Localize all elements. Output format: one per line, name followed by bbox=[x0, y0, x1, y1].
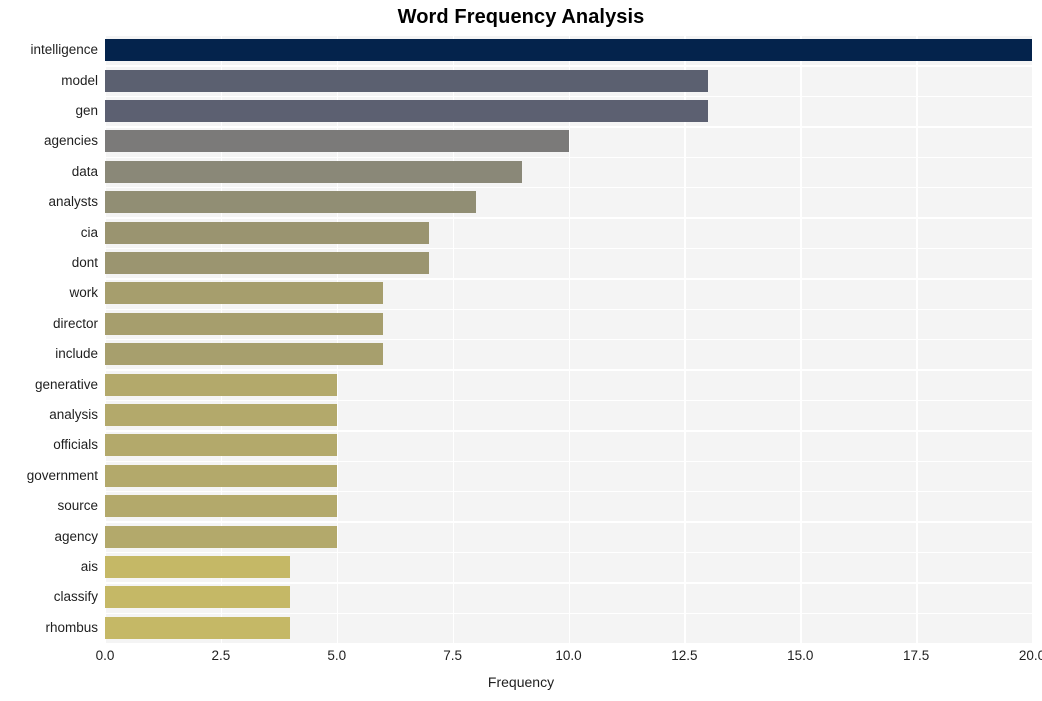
gridline-horizontal bbox=[105, 643, 1032, 645]
bar-include[interactable] bbox=[105, 343, 384, 366]
gridline-horizontal bbox=[105, 369, 1032, 371]
gridline-horizontal bbox=[105, 339, 1032, 341]
gridline-horizontal bbox=[105, 521, 1032, 523]
y-tick-label: government bbox=[26, 467, 98, 483]
bar-cia[interactable] bbox=[105, 221, 430, 244]
y-tick-label: model bbox=[61, 72, 98, 88]
bar-agency[interactable] bbox=[105, 525, 337, 548]
gridline-horizontal bbox=[105, 399, 1032, 402]
gridline-horizontal bbox=[105, 278, 1032, 280]
gridline-horizontal bbox=[105, 551, 1032, 554]
bar-generative[interactable] bbox=[105, 373, 337, 396]
gridline-horizontal bbox=[105, 430, 1032, 432]
y-tick-label: director bbox=[52, 315, 98, 331]
bar-data[interactable] bbox=[105, 160, 523, 183]
x-tick-label: 12.5 bbox=[671, 648, 698, 663]
y-tick-label: classify bbox=[53, 589, 98, 605]
bar-director[interactable] bbox=[105, 312, 384, 335]
gridline-horizontal bbox=[105, 460, 1032, 462]
y-tick-label: ais bbox=[80, 559, 98, 574]
y-tick-label: dont bbox=[71, 255, 98, 270]
x-tick-label: 2.5 bbox=[211, 648, 231, 663]
y-axis-tick-labels: intelligence model gen agencies data analysts… bbox=[0, 35, 98, 643]
y-tick-label: work bbox=[69, 285, 98, 301]
word-frequency-chart: Word Frequency Analysis intelligence mode… bbox=[0, 0, 1042, 701]
plot-area bbox=[105, 35, 1034, 645]
gridline-horizontal bbox=[105, 65, 1032, 67]
y-tick-label: gen bbox=[75, 103, 98, 118]
y-tick-label: analysis bbox=[49, 407, 98, 422]
gridline-horizontal bbox=[105, 126, 1032, 128]
bar-dont[interactable] bbox=[105, 252, 430, 274]
bar-analysts[interactable] bbox=[105, 191, 476, 214]
bar-agencies[interactable] bbox=[105, 130, 569, 153]
y-tick-label: agencies bbox=[43, 133, 98, 149]
bar-rhombus[interactable] bbox=[105, 616, 291, 639]
bar-analysis[interactable] bbox=[105, 404, 337, 426]
gridline-horizontal bbox=[105, 187, 1032, 189]
gridline-horizontal bbox=[105, 612, 1032, 614]
bar-model[interactable] bbox=[105, 69, 708, 92]
y-tick-label: source bbox=[57, 498, 98, 514]
chart-title: Word Frequency Analysis bbox=[397, 6, 645, 28]
y-tick-label: analysts bbox=[48, 194, 98, 210]
gridline-horizontal bbox=[105, 217, 1032, 219]
bar-source[interactable] bbox=[105, 495, 337, 518]
y-tick-label: generative bbox=[34, 376, 98, 392]
y-tick-label: data bbox=[71, 163, 98, 179]
gridline-horizontal bbox=[105, 582, 1032, 584]
bar-ais[interactable] bbox=[105, 556, 291, 578]
bar-intelligence[interactable] bbox=[105, 39, 1032, 62]
gridline-horizontal bbox=[105, 491, 1032, 493]
x-tick-label: 20.0 bbox=[1018, 648, 1042, 663]
gridline-horizontal bbox=[105, 95, 1032, 98]
x-tick-label: 10.0 bbox=[555, 648, 582, 663]
gridline-horizontal bbox=[105, 308, 1032, 310]
gridline-horizontal bbox=[105, 247, 1032, 250]
x-tick-label: 0.0 bbox=[95, 648, 115, 663]
y-tick-label: agency bbox=[54, 528, 98, 544]
x-tick-label: 7.5 bbox=[443, 648, 463, 663]
bar-government[interactable] bbox=[105, 464, 337, 487]
x-tick-label: 17.5 bbox=[902, 648, 930, 663]
bar-gen[interactable] bbox=[105, 100, 708, 122]
bar-classify[interactable] bbox=[105, 586, 291, 609]
y-tick-label: rhombus bbox=[45, 619, 98, 635]
x-axis-title: Frequency bbox=[487, 674, 555, 690]
bar-officials[interactable] bbox=[105, 434, 337, 457]
gridline-horizontal bbox=[105, 156, 1032, 158]
y-tick-label: intelligence bbox=[30, 42, 98, 58]
gridline-vertical bbox=[1032, 35, 1034, 643]
x-tick-label: 15.0 bbox=[787, 648, 814, 663]
y-tick-label: include bbox=[55, 346, 98, 362]
x-axis-tick-labels: 0.0 2.5 5.0 7.5 10.0 12.5 15.0 17.5 20.0 bbox=[0, 648, 1042, 670]
y-tick-label: cia bbox=[80, 224, 98, 240]
gridline-horizontal bbox=[105, 35, 1032, 37]
bar-work[interactable] bbox=[105, 282, 384, 305]
x-tick-label: 5.0 bbox=[327, 648, 347, 663]
y-tick-label: officials bbox=[53, 437, 98, 453]
